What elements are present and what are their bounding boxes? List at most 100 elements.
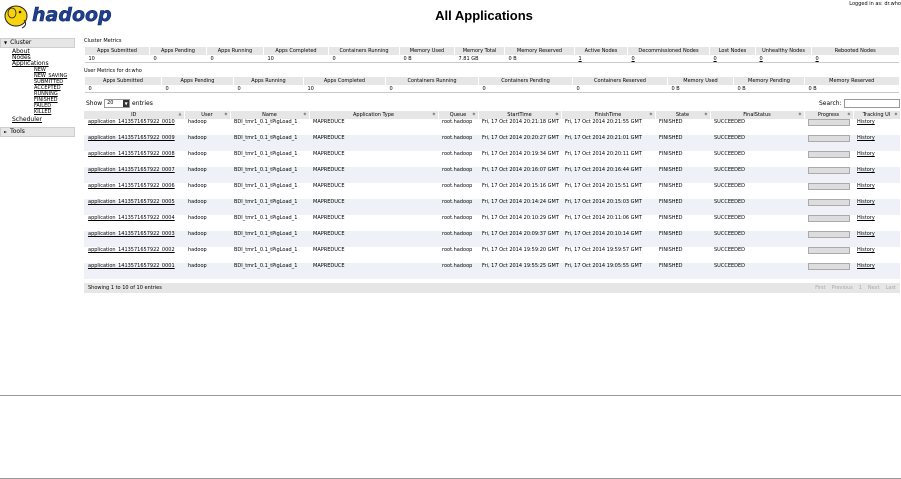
user-metric-value: 0 [572,85,668,93]
cluster-metric-value: 7.81 GB [454,55,505,63]
search-label: Search: [819,100,842,107]
pager-last[interactable]: Last [886,285,896,291]
app-id-link[interactable]: application_1413571657922_0001 [84,263,184,279]
sidebar-item-scheduler[interactable]: Scheduler [12,117,75,123]
app-id-link[interactable]: application_1413571657922_0009 [84,135,184,151]
table-cell-state: FINISHED [655,119,710,135]
tracking-link[interactable]: History [853,215,900,231]
table-cell-finish: Fri, 17 Oct 2014 19:05:55 GMT [561,263,655,279]
cluster-metric-header: Apps Pending [149,47,207,55]
table-cell-name: BDI_tmr1_0.1_tPigLoad_1 [230,215,309,231]
progress-bar [808,183,850,190]
column-header[interactable]: StartTime ◆ [478,111,562,119]
progress-cell [804,231,853,247]
cluster-metric-value[interactable]: 0 [755,55,812,63]
table-cell-user: hadoop [184,167,230,183]
column-header[interactable]: FinishTime ◆ [561,111,656,119]
progress-cell [804,199,853,215]
table-cell-queue: root.hadoop [438,263,478,279]
cluster-metric-value[interactable]: 0 [811,55,899,63]
column-header-label: Application Type [352,112,394,118]
sort-icon: ◆ [847,111,851,116]
table-cell-name: BDI_tmr1_0.1_tPigLoad_1 [230,119,309,135]
table-cell-name: BDI_tmr1_0.1_tPigLoad_1 [230,151,309,167]
user-metric-value: 0 [478,85,573,93]
tracking-link[interactable]: History [853,231,900,247]
column-header[interactable]: ID ▲ [84,111,185,119]
table-cell-user: hadoop [184,231,230,247]
app-id-link[interactable]: application_1413571657922_0006 [84,183,184,199]
table-row: application_1413571657922_0010 hadoop BDI_… [84,119,900,135]
column-header[interactable]: Application Type ◆ [309,111,439,119]
table-cell-state: FINISHED [655,167,710,183]
column-header[interactable]: Tracking UI ◆ [853,111,901,119]
user-metric-value: 0 [233,85,304,93]
tracking-link[interactable]: History [853,119,900,135]
cluster-metric-value[interactable]: 0 [709,55,756,63]
table-cell-start: Fri, 17 Oct 2014 19:59:20 GMT [478,247,561,263]
table-cell-name: BDI_tmr1_0.1_tPigLoad_1 [230,135,309,151]
cluster-metric-value[interactable]: 1 [574,55,628,63]
app-id-link[interactable]: application_1413571657922_0010 [84,119,184,135]
tracking-link[interactable]: History [853,151,900,167]
table-cell-user: hadoop [184,247,230,263]
app-id-link[interactable]: application_1413571657922_0007 [84,167,184,183]
table-cell-start: Fri, 17 Oct 2014 20:16:07 GMT [478,167,561,183]
column-header[interactable]: Name ◆ [230,111,310,119]
table-cell-type: MAPREDUCE [309,135,438,151]
user-metrics-label: User Metrics for dr.who [84,68,142,74]
table-cell-state: FINISHED [655,135,710,151]
app-id-link[interactable]: application_1413571657922_0002 [84,247,184,263]
app-id-link[interactable]: application_1413571657922_0004 [84,215,184,231]
pagination: First Previous 1 Next Last [809,283,896,293]
tracking-link[interactable]: History [853,199,900,215]
sort-icon: ◆ [472,111,476,116]
entries-select[interactable]: 20 ▼ [104,99,131,108]
column-header-label: FinishTime [594,112,622,118]
table-cell-state: FINISHED [655,151,710,167]
tracking-link[interactable]: History [853,247,900,263]
sort-icon: ◆ [649,111,653,116]
cluster-metric-value: 10 [84,55,150,63]
tracking-link[interactable]: History [853,167,900,183]
table-cell-user: hadoop [184,215,230,231]
table-cell-user: hadoop [184,183,230,199]
table-cell-name: BDI_tmr1_0.1_tPigLoad_1 [230,231,309,247]
app-id-link[interactable]: application_1413571657922_0008 [84,151,184,167]
progress-bar [808,135,850,142]
cluster-metric-header: Memory Total [454,47,505,55]
column-header[interactable]: Queue ◆ [438,111,479,119]
table-cell-state: FINISHED [655,199,710,215]
column-header[interactable]: User ◆ [184,111,231,119]
table-cell-user: hadoop [184,119,230,135]
column-header[interactable]: Progress ◆ [804,111,854,119]
logged-in-text: Logged in as: dr.who [849,1,901,7]
table-cell-queue: root.hadoop [438,151,478,167]
sidebar-cluster-header[interactable]: ▼ Cluster [0,38,75,48]
sidebar-tools-header[interactable]: ► Tools [0,127,75,137]
table-cell-queue: root.hadoop [438,199,478,215]
pager-previous[interactable]: Previous [832,285,853,291]
table-cell-name: BDI_tmr1_0.1_tPigLoad_1 [230,247,309,263]
cluster-metric-value[interactable]: 0 [627,55,710,63]
app-state-killed[interactable]: KILLED [34,109,75,115]
table-cell-user: hadoop [184,151,230,167]
tracking-link[interactable]: History [853,263,900,279]
cluster-metric-header: Unhealthy Nodes [755,47,812,55]
progress-cell [804,183,853,199]
column-header[interactable]: FinalStatus ◆ [710,111,805,119]
table-cell-name: BDI_tmr1_0.1_tPigLoad_1 [230,199,309,215]
pager-1[interactable]: 1 [859,285,862,291]
app-id-link[interactable]: application_1413571657922_0005 [84,199,184,215]
pager-first[interactable]: First [815,285,826,291]
tracking-link[interactable]: History [853,135,900,151]
tracking-link[interactable]: History [853,183,900,199]
table-cell-queue: root.hadoop [438,215,478,231]
expand-arrow-icon: ► [4,129,8,134]
user-metric-value: 0 [161,85,234,93]
search-input[interactable] [843,99,900,108]
user-metric-value: 0 B [733,85,805,93]
app-id-link[interactable]: application_1413571657922_0003 [84,231,184,247]
column-header[interactable]: State ◆ [655,111,711,119]
pager-next[interactable]: Next [868,285,880,291]
